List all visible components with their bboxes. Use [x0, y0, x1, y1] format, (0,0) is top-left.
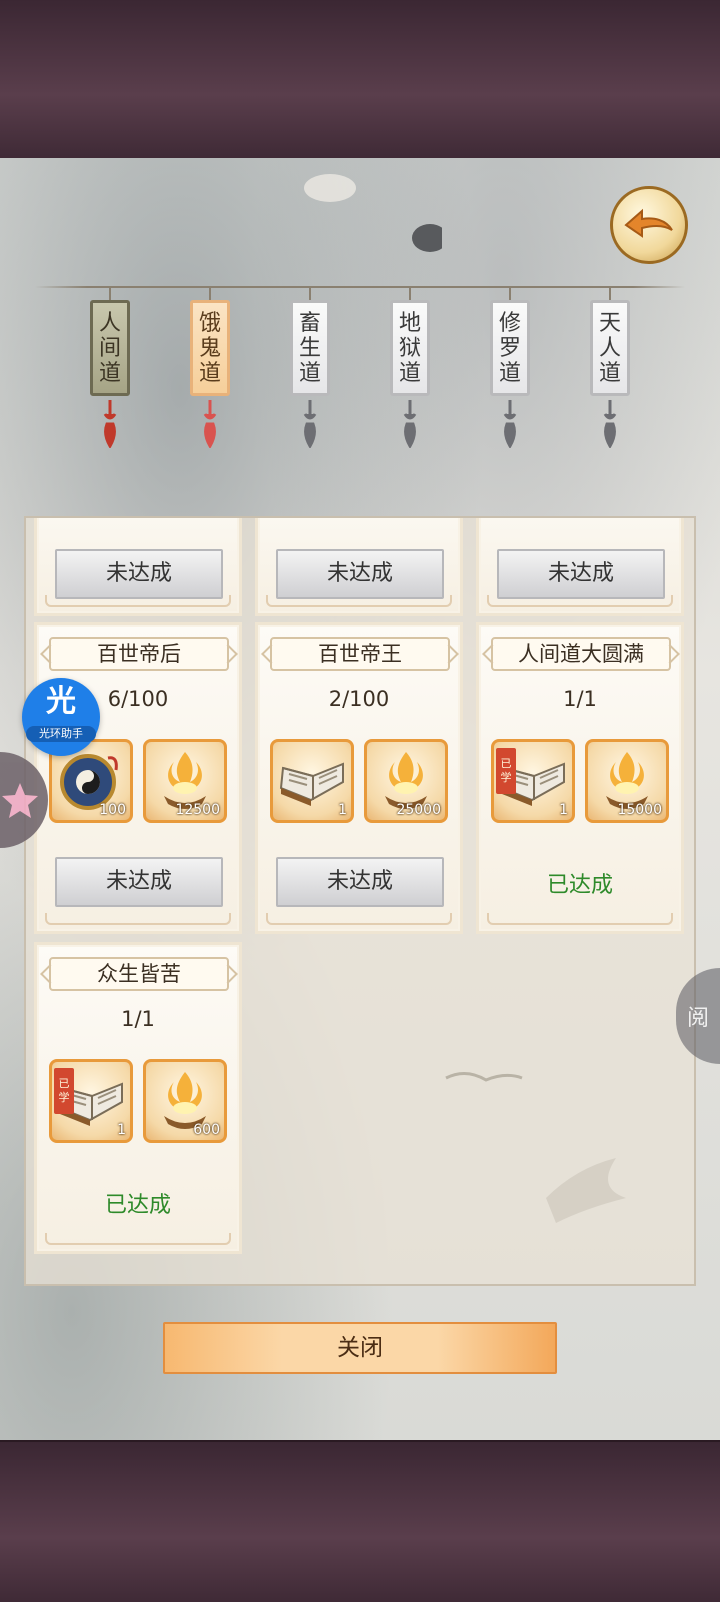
tab-chushengdao[interactable]: 畜 生 道 [290, 300, 330, 396]
reward-slot[interactable]: 12500 [143, 739, 227, 823]
achievement-title: 百世帝后 [49, 637, 229, 671]
reward-slot[interactable]: 25000 [364, 739, 448, 823]
reward-slot[interactable]: 600 [143, 1059, 227, 1143]
reached-status: 已达成 [546, 873, 613, 898]
achievement-card-baishidihou: 百世帝后 6/100 100 12500 未达成 [34, 622, 242, 934]
achievement-list-panel[interactable]: 未达成 未达成 未达成 百世帝后 6/100 100 12500 未达成 百世帝… [24, 516, 696, 1286]
tab-label-char: 人 [99, 310, 122, 336]
tab-label-char: 间 [99, 335, 122, 361]
unreached-button[interactable]: 未达成 [497, 549, 665, 599]
tab-rope [35, 286, 685, 288]
tab-label-char: 畜 [299, 310, 322, 336]
achievement-card: 未达成 [476, 518, 684, 616]
learned-badge-char: 已 [500, 757, 512, 770]
reward-count: 600 [193, 1122, 220, 1138]
achievement-title: 众生皆苦 [49, 957, 229, 991]
learned-badge-char: 学 [58, 1091, 70, 1104]
achievement-title: 人间道大圆满 [491, 637, 671, 671]
tab-renjiandao[interactable]: 人 间 道 [90, 300, 130, 396]
achievement-progress: 1/1 [563, 687, 597, 711]
achievement-card-renjiandao-dayuanman: 人间道大圆满 1/1 已 学 1 15000 已达成 [476, 622, 684, 934]
reward-count: 1 [338, 802, 347, 818]
helper-label: 光环助手 [26, 726, 96, 742]
back-button[interactable] [610, 186, 688, 264]
reward-count: 12500 [175, 802, 220, 818]
tab-label-char: 道 [99, 360, 122, 386]
top-frame-band [0, 0, 720, 160]
guanghuan-helper-button[interactable]: 光 光环助手 [22, 678, 100, 756]
red-tassel-icon [203, 400, 217, 448]
reward-count: 1 [559, 802, 568, 818]
tab-label-char: 罗 [499, 335, 522, 361]
achievement-card: 未达成 [255, 518, 463, 616]
unreached-button[interactable]: 未达成 [55, 549, 223, 599]
achievement-progress: 2/100 [328, 687, 390, 711]
unreached-button[interactable]: 未达成 [55, 857, 223, 907]
tab-label-char: 道 [199, 360, 222, 386]
helper-logo-text: 光 [46, 684, 76, 719]
yin-yang-cloud-icon [304, 174, 442, 252]
gray-tassel-icon [603, 400, 617, 448]
unreached-button[interactable]: 未达成 [276, 549, 444, 599]
reward-slot[interactable]: 15000 [585, 739, 669, 823]
learned-badge-char: 学 [500, 771, 512, 784]
achievement-title: 百世帝王 [270, 637, 450, 671]
crane-decoration-icon [445, 1072, 626, 1223]
reward-slot[interactable]: 已 学 1 [49, 1059, 133, 1143]
tab-label-char: 修 [499, 310, 522, 336]
tab-label-char: 道 [399, 360, 422, 386]
star-icon [2, 783, 38, 818]
gray-tassel-icon [303, 400, 317, 448]
gray-tassel-icon [403, 400, 417, 448]
reward-count: 15000 [617, 802, 662, 818]
tab-label-char: 道 [599, 360, 622, 386]
reward-count: 1 [117, 1122, 126, 1138]
tab-label-char: 道 [299, 360, 322, 386]
tab-label-char: 狱 [399, 335, 422, 361]
tab-eguidao[interactable]: 饿 鬼 道 [190, 300, 230, 396]
reward-slot[interactable]: 已 学 1 [491, 739, 575, 823]
learned-badge-char: 已 [58, 1077, 70, 1090]
reward-count: 100 [99, 802, 126, 818]
close-button[interactable]: 关闭 [163, 1322, 557, 1374]
unreached-button[interactable]: 未达成 [276, 857, 444, 907]
achievement-card-zhongshengjieku: 众生皆苦 1/1 已 学 1 600 已达成 [34, 942, 242, 1254]
tab-label-char: 地 [399, 310, 422, 336]
learned-badge: 已 学 [54, 1068, 74, 1114]
reward-count: 25000 [396, 802, 441, 818]
tab-label-char: 饿 [199, 310, 222, 336]
red-tassel-icon [103, 400, 117, 448]
reached-status: 已达成 [104, 1193, 171, 1218]
tab-label-char: 生 [299, 335, 322, 361]
tab-diyudao[interactable]: 地 狱 道 [390, 300, 430, 396]
achievement-card-baishidiwang: 百世帝王 2/100 1 25000 未达成 [255, 622, 463, 934]
tab-xiuluodao[interactable]: 修 罗 道 [490, 300, 530, 396]
achievement-progress: 1/1 [121, 1007, 155, 1031]
tab-label-char: 鬼 [199, 335, 222, 361]
tab-label-char: 人 [599, 335, 622, 361]
tab-label-char: 天 [599, 310, 622, 336]
reward-slot[interactable]: 1 [270, 739, 354, 823]
back-arrow-icon [624, 208, 673, 238]
tab-tianrendao[interactable]: 天 人 道 [590, 300, 630, 396]
learned-badge: 已 学 [496, 748, 516, 794]
achievement-card: 未达成 [34, 518, 242, 616]
gray-tassel-icon [503, 400, 517, 448]
tab-label-char: 道 [499, 360, 522, 386]
bottom-frame-band [0, 1440, 720, 1602]
